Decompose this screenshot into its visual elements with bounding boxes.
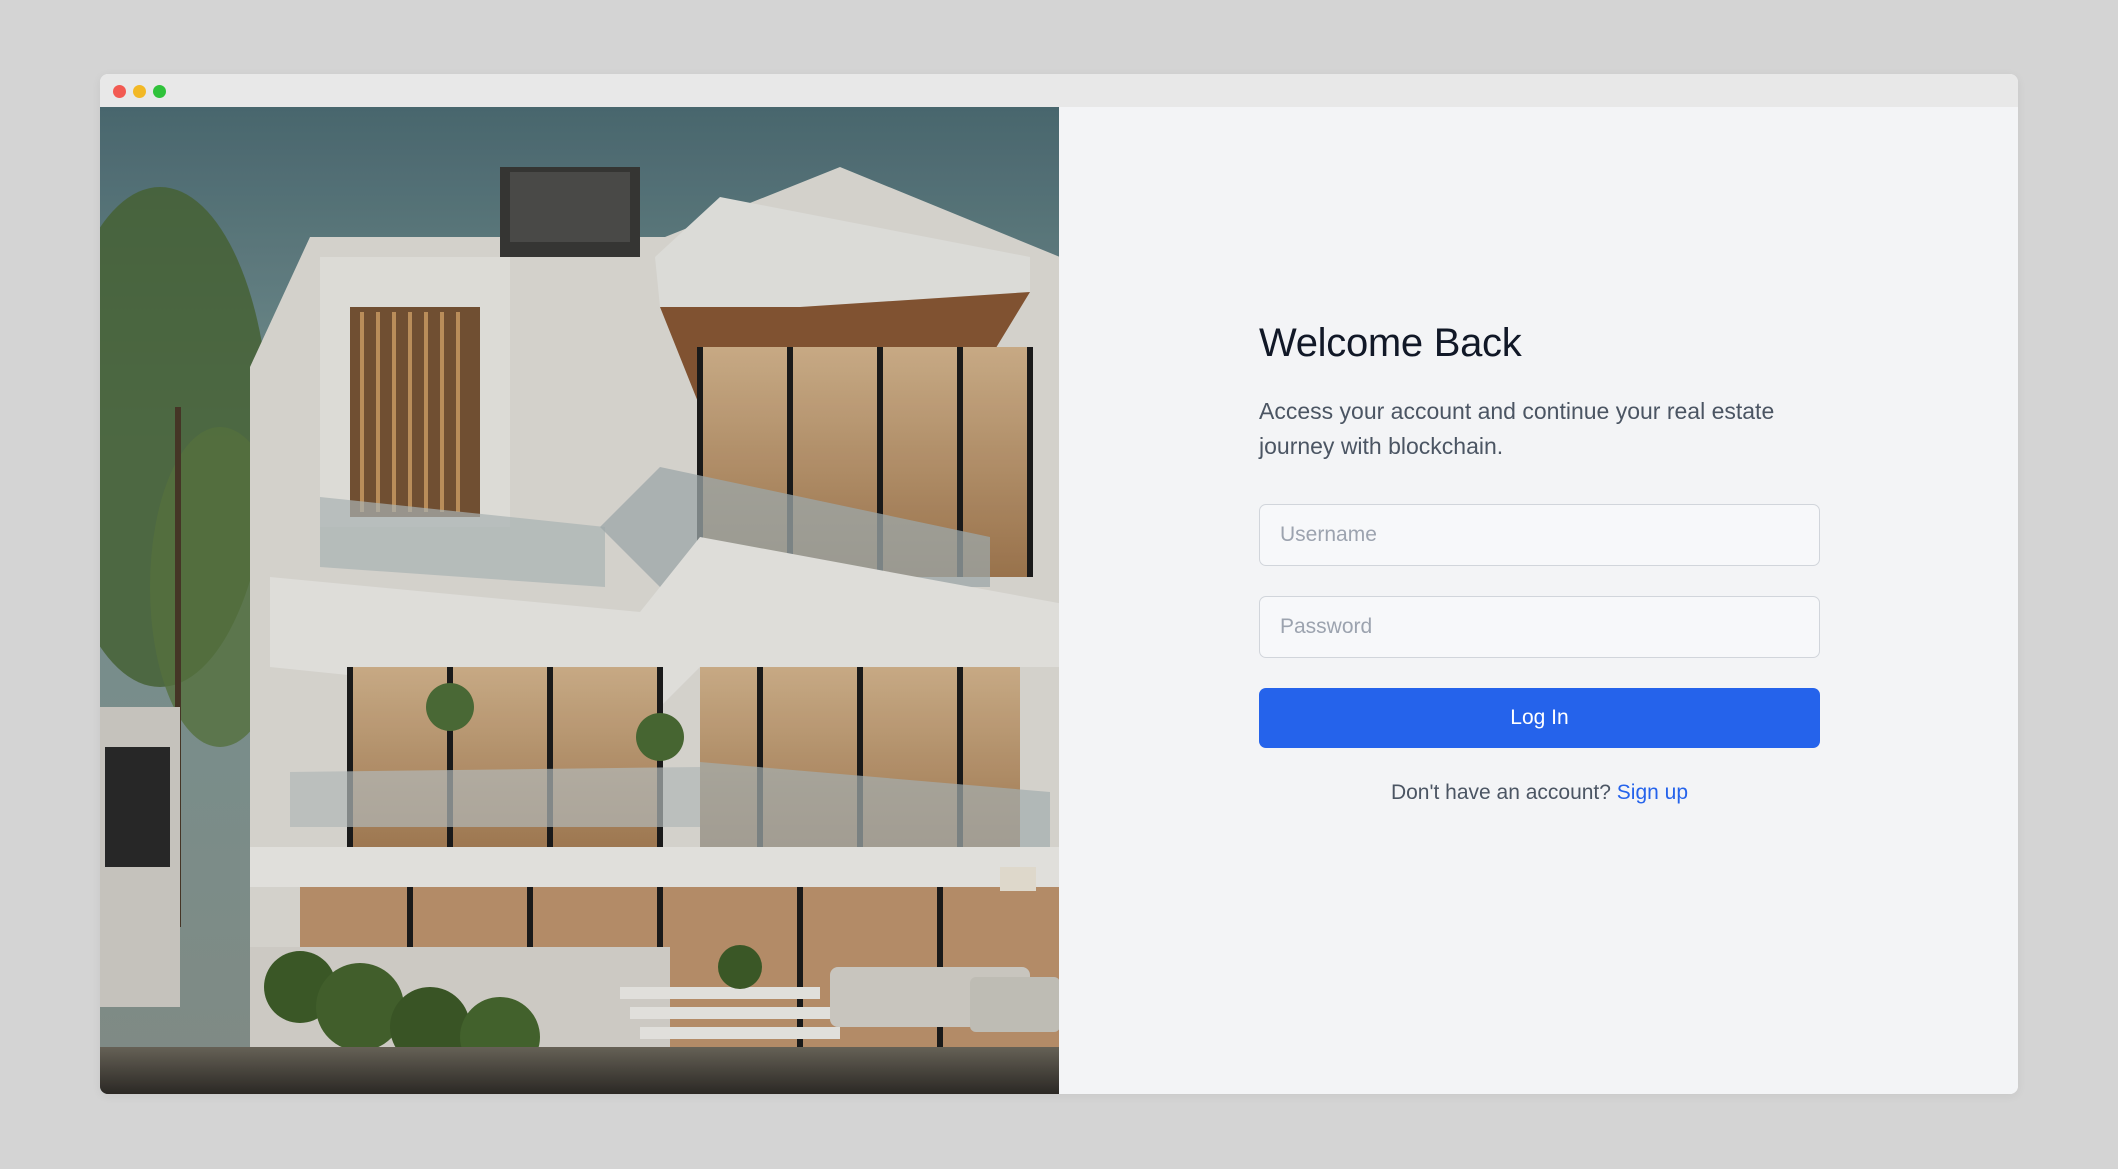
page-subtitle: Access your account and continue your re… — [1259, 398, 1775, 459]
login-panel: Welcome Back Access your account and con… — [1059, 107, 2018, 1094]
browser-window: Welcome Back Access your account and con… — [100, 74, 2018, 1094]
villa-illustration — [100, 107, 1059, 1094]
window-titlebar — [100, 74, 2018, 107]
login-form: Welcome Back Access your account and con… — [1259, 321, 1820, 805]
login-button[interactable]: Log In — [1259, 688, 1820, 748]
minimize-window-control[interactable] — [133, 85, 146, 98]
password-input[interactable] — [1259, 596, 1820, 658]
signup-prompt: Don't have an account? — [1390, 781, 1617, 804]
page-title: Welcome Back — [1259, 321, 1522, 365]
maximize-window-control[interactable] — [153, 85, 166, 98]
signup-link[interactable]: Sign up — [1617, 781, 1688, 804]
signup-row: Don't have an account? Sign up — [1259, 781, 1820, 805]
username-input[interactable] — [1259, 504, 1820, 566]
modern-villa-photo — [100, 107, 1059, 1094]
close-window-control[interactable] — [113, 85, 126, 98]
